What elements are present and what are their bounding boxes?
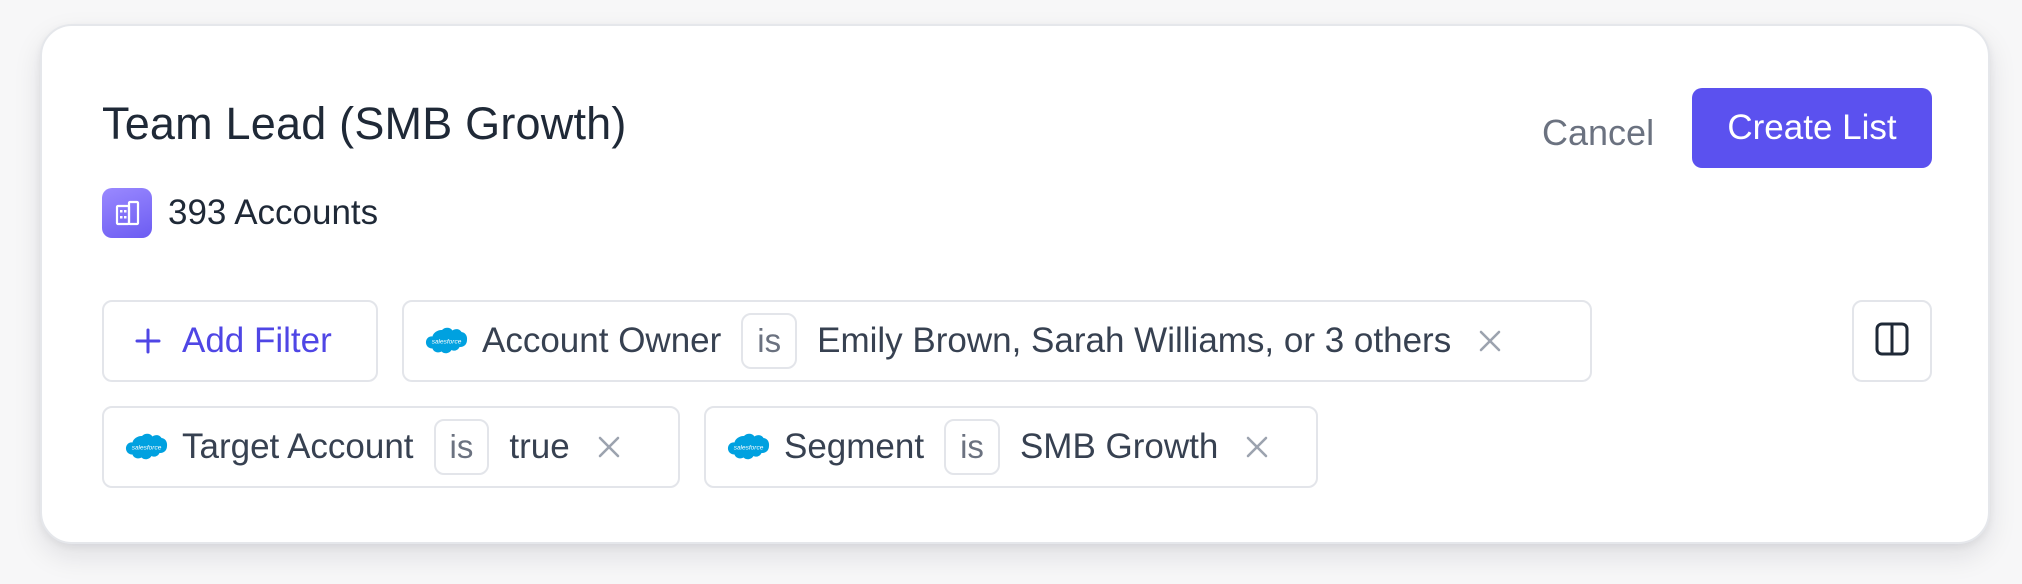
filter-value[interactable]: true bbox=[509, 427, 569, 467]
filter-value[interactable]: SMB Growth bbox=[1020, 427, 1218, 467]
salesforce-icon: salesforce bbox=[424, 326, 468, 356]
add-filter-label: Add Filter bbox=[182, 321, 332, 360]
filter-field-label: Account Owner bbox=[482, 321, 722, 360]
filter-operator[interactable]: is bbox=[944, 419, 1000, 475]
salesforce-icon: salesforce bbox=[124, 432, 168, 462]
filter-chip-segment[interactable]: salesforce Segment is SMB Growth bbox=[704, 406, 1318, 488]
filter-operator[interactable]: is bbox=[433, 419, 490, 475]
filter-value[interactable]: Emily Brown, Sarah Williams, or 3 others bbox=[817, 321, 1451, 361]
svg-text:salesforce: salesforce bbox=[432, 339, 462, 346]
account-count: 393 Accounts bbox=[102, 188, 378, 238]
svg-text:salesforce: salesforce bbox=[132, 445, 162, 452]
close-icon[interactable] bbox=[594, 432, 624, 462]
filter-field-label: Segment bbox=[784, 427, 925, 466]
filter-field-label: Target Account bbox=[182, 427, 414, 466]
account-count-text: 393 Accounts bbox=[168, 193, 379, 232]
cancel-button[interactable]: Cancel bbox=[1522, 102, 1674, 164]
create-list-card: Team Lead (SMB Growth) Cancel Create Lis… bbox=[40, 24, 1990, 544]
filter-chip-target-account[interactable]: salesforce Target Account is true bbox=[102, 406, 680, 488]
split-panel-icon bbox=[1874, 321, 1910, 362]
filter-chip-account-owner[interactable]: salesforce Account Owner is Emily Brown,… bbox=[402, 300, 1592, 382]
panel-toggle-button[interactable] bbox=[1852, 300, 1932, 382]
close-icon[interactable] bbox=[1475, 326, 1505, 356]
close-icon[interactable] bbox=[1242, 432, 1272, 462]
page-title: Team Lead (SMB Growth) bbox=[102, 98, 627, 149]
filter-operator[interactable]: is bbox=[741, 313, 798, 369]
salesforce-icon: salesforce bbox=[726, 432, 770, 462]
create-list-button[interactable]: Create List bbox=[1692, 88, 1932, 168]
svg-text:salesforce: salesforce bbox=[734, 445, 764, 452]
plus-icon bbox=[134, 327, 162, 355]
add-filter-button[interactable]: Add Filter bbox=[102, 300, 378, 382]
building-icon bbox=[102, 188, 152, 238]
